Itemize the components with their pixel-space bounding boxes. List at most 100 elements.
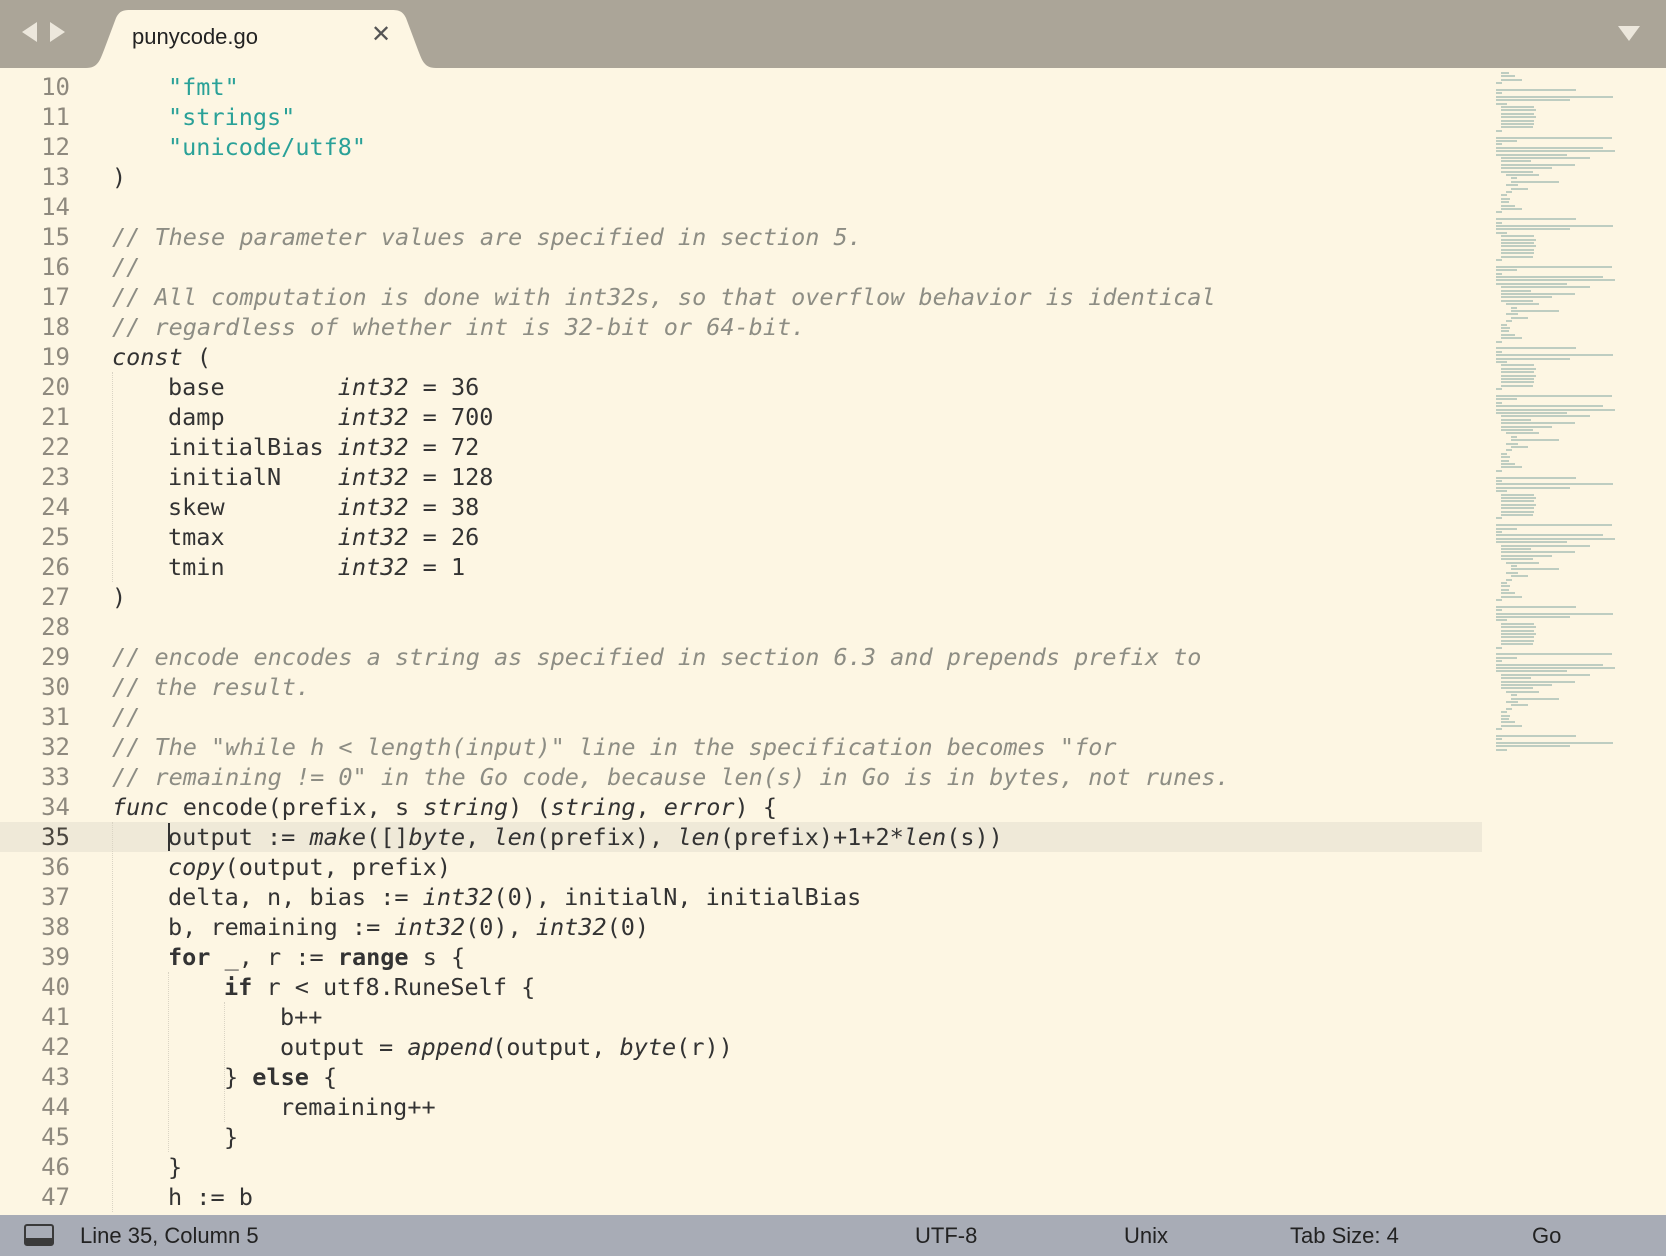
code-token: delta, n, bias := — [168, 883, 423, 911]
code-area[interactable]: "fmt" "strings" "unicode/utf8") // These pa… — [112, 68, 1482, 1215]
code-token: output = — [280, 1033, 408, 1061]
code-token: } — [168, 1153, 183, 1181]
minimap-line — [1506, 184, 1518, 187]
code-line[interactable]: b++ — [280, 1002, 322, 1032]
minimap-line — [1496, 99, 1570, 102]
code-line[interactable]: output := make([]byte, len(prefix), len(… — [168, 822, 1003, 852]
minimap-line — [1496, 150, 1615, 153]
minimap-line — [1506, 578, 1512, 581]
minimap-line — [1501, 500, 1534, 503]
code-token: remaining++ — [280, 1093, 436, 1121]
code-token: base — [168, 373, 338, 401]
code-line[interactable]: b, remaining := int32(0), int32(0) — [168, 912, 649, 942]
dropdown-icon[interactable] — [1618, 26, 1640, 41]
code-line[interactable]: // The "while h < length(input)" line in… — [112, 732, 1117, 762]
code-line[interactable]: // remaining != 0" in the Go code, becau… — [112, 762, 1230, 792]
panel-toggle-icon[interactable] — [24, 1224, 54, 1246]
code-line[interactable]: const ( — [112, 342, 211, 372]
code-line[interactable]: "unicode/utf8" — [168, 132, 366, 162]
minimap-line — [1496, 480, 1502, 482]
code-line[interactable]: // the result. — [112, 672, 310, 702]
code-line[interactable]: remaining++ — [280, 1092, 436, 1122]
code-line[interactable]: copy(output, prefix) — [168, 852, 451, 882]
line-number: 19 — [41, 343, 70, 371]
code-line[interactable]: base int32 = 36 — [168, 372, 479, 402]
code-token: // encode encodes a string as specified … — [112, 643, 1202, 671]
code-line[interactable]: } — [168, 1152, 182, 1182]
minimap-line — [1511, 180, 1559, 183]
code-line[interactable]: output = append(output, byte(r)) — [280, 1032, 733, 1062]
code-line[interactable]: } — [224, 1122, 238, 1152]
code-line[interactable]: tmin int32 = 1 — [168, 552, 465, 582]
code-line[interactable]: ) — [112, 162, 126, 192]
nav-back-icon[interactable] — [22, 22, 37, 42]
cursor-position[interactable]: Line 35, Column 5 — [80, 1224, 259, 1248]
minimap-line — [1501, 554, 1552, 557]
minimap-line — [1496, 354, 1613, 357]
syntax-selector[interactable]: Go — [1532, 1224, 1561, 1248]
minimap-line — [1501, 588, 1509, 591]
close-icon[interactable]: ✕ — [366, 20, 396, 50]
code-line[interactable]: "fmt" — [168, 72, 239, 102]
minimap-line — [1501, 242, 1534, 244]
minimap-line — [1501, 422, 1575, 425]
line-number: 24 — [41, 493, 70, 521]
code-token: b, remaining := — [168, 913, 395, 941]
minimap-line — [1511, 310, 1559, 312]
tab-punycode[interactable]: punycode.go ✕ — [86, 10, 436, 68]
code-line[interactable]: initialBias int32 = 72 — [168, 432, 479, 462]
minimap-line — [1501, 636, 1534, 639]
code-line[interactable]: skew int32 = 38 — [168, 492, 479, 522]
code-line[interactable]: // — [112, 252, 140, 282]
code-line[interactable]: // All computation is done with int32s, … — [112, 282, 1216, 312]
minimap-line — [1506, 174, 1539, 176]
editor[interactable]: 10 11 12 13 14 15 16 17 18 19 20 21 22 23 24 25 26 27 28 29… — [0, 68, 1666, 1215]
line-number: 11 — [41, 103, 70, 131]
minimap-line — [1501, 718, 1509, 720]
line-endings[interactable]: Unix — [1124, 1224, 1168, 1248]
code-token: } — [224, 1063, 253, 1091]
line-number: 27 — [41, 583, 70, 611]
code-line[interactable]: initialN int32 = 128 — [168, 462, 493, 492]
encoding[interactable]: UTF-8 — [915, 1224, 977, 1248]
minimap-line — [1496, 272, 1502, 275]
minimap-line — [1501, 514, 1533, 516]
code-line[interactable]: // — [112, 702, 140, 732]
code-line[interactable]: func encode(prefix, s string) (string, e… — [112, 792, 777, 822]
minimap-line — [1501, 626, 1536, 629]
code-token: // The "while h < length(input)" line in… — [112, 733, 1117, 761]
code-token: (prefix), — [535, 823, 678, 851]
minimap-line — [1496, 143, 1502, 146]
minimap-line — [1496, 211, 1502, 214]
code-line[interactable]: // encode encodes a string as specified … — [112, 642, 1201, 672]
code-token: ) { — [734, 793, 777, 821]
code-line[interactable]: h := b — [168, 1182, 253, 1212]
code-token: (prefix)+1+2* — [719, 823, 904, 851]
code-line[interactable]: delta, n, bias := int32(0), initialN, in… — [168, 882, 861, 912]
code-token: int32 — [422, 883, 494, 911]
minimap-line — [1501, 544, 1590, 547]
code-line[interactable]: "strings" — [168, 102, 295, 132]
code-line[interactable]: // These parameter values are specified … — [112, 222, 862, 252]
minimap[interactable] — [1482, 68, 1666, 788]
minimap-line — [1511, 439, 1559, 442]
code-line[interactable]: damp int32 = 700 — [168, 402, 493, 432]
code-line[interactable]: tmax int32 = 26 — [168, 522, 479, 552]
minimap-line — [1496, 609, 1502, 612]
minimap-line — [1496, 282, 1567, 285]
code-line[interactable]: if r < utf8.RuneSelf { — [224, 972, 535, 1002]
minimap-line — [1501, 673, 1590, 676]
minimap-line — [1496, 231, 1507, 234]
minimap-line — [1496, 405, 1603, 408]
minimap-line — [1501, 170, 1533, 173]
line-number: 20 — [41, 373, 70, 401]
code-line[interactable]: for _, r := range s { — [168, 942, 465, 972]
minimap-line — [1501, 75, 1515, 78]
nav-forward-icon[interactable] — [50, 22, 65, 42]
code-token: append — [407, 1033, 493, 1061]
minimap-line — [1506, 707, 1512, 710]
code-line[interactable]: // regardless of whether int is 32-bit o… — [112, 312, 805, 342]
code-line[interactable]: } else { — [224, 1062, 337, 1092]
code-line[interactable]: ) — [112, 582, 126, 612]
tab-size[interactable]: Tab Size: 4 — [1290, 1224, 1399, 1248]
